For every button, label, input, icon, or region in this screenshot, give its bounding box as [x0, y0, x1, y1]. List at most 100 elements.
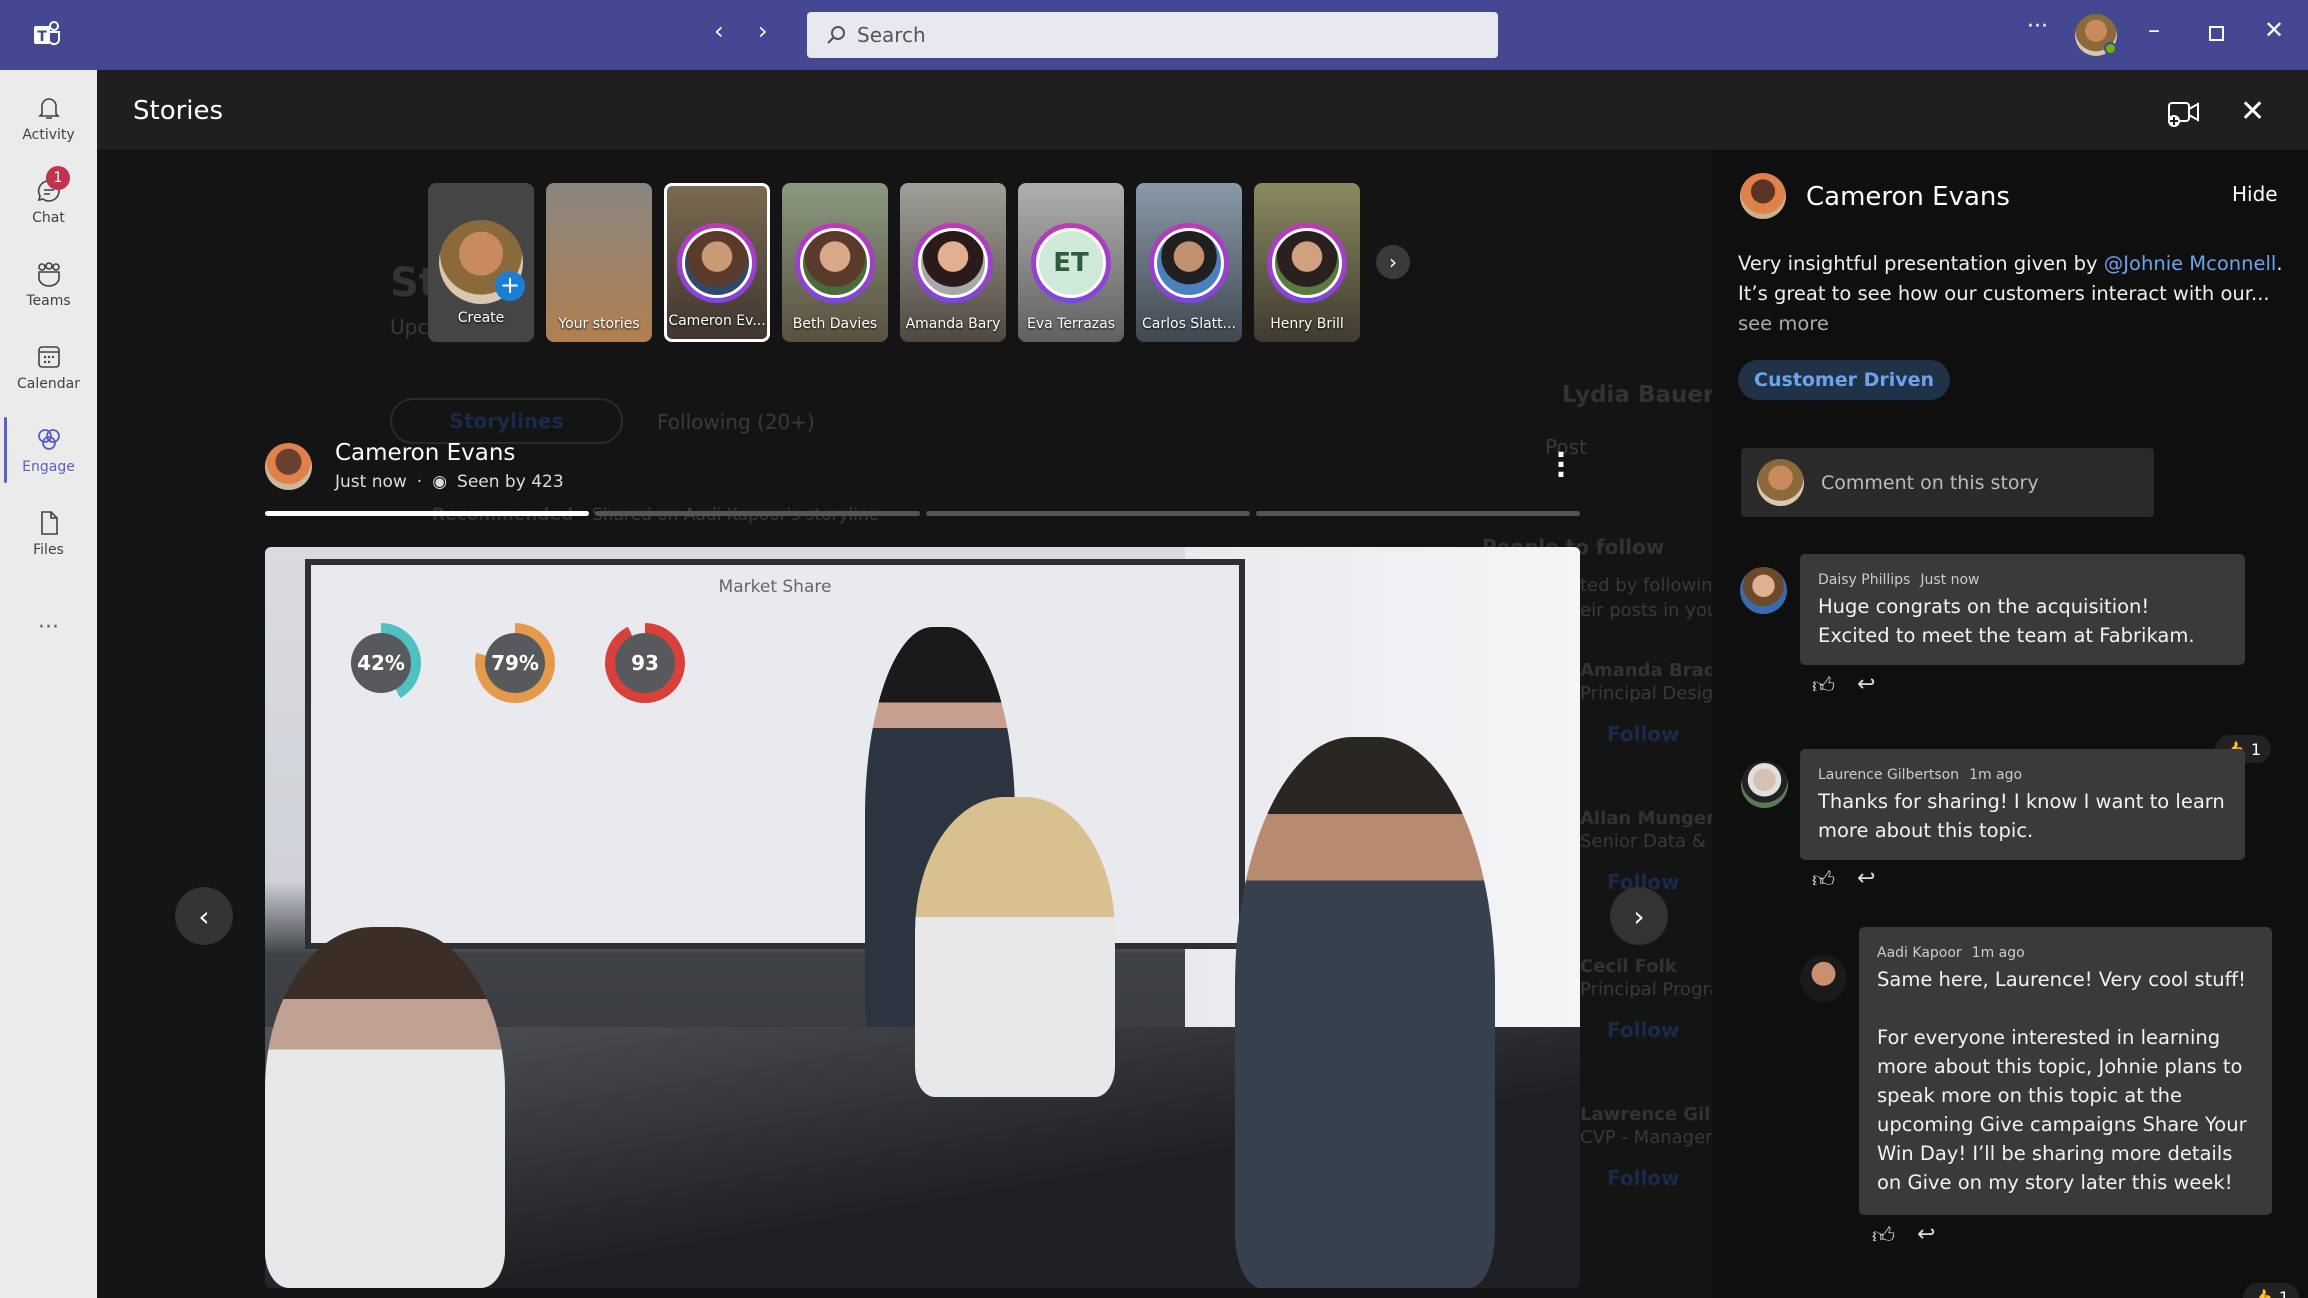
progress-segment — [1255, 511, 1580, 516]
engage-icon — [37, 429, 60, 450]
story-card-label: Amanda Bary — [905, 316, 1001, 332]
close-stories-icon[interactable]: ✕ — [2240, 94, 2265, 129]
reply-comment: Aadi Kapoor 1m ago Same here, Laurence! V… — [1859, 927, 2272, 1215]
app-rail: Activity 1 Chat Teams Calendar Engage Fi… — [0, 70, 97, 1298]
bg-follow-desc: ted by following — [1580, 575, 1712, 596]
bg-person-name: Cecil Folk — [1580, 956, 1677, 977]
search-input[interactable]: Search — [807, 12, 1498, 58]
initials-avatar: ET — [1036, 228, 1106, 298]
donut-79: 79% — [475, 623, 555, 703]
comment-actions: 👍︎ ↩ — [1812, 672, 1875, 699]
reaction-count: 1 — [2278, 1287, 2290, 1298]
comment-actions: 👍︎ ↩ — [1812, 866, 1875, 893]
desc-text: Very insightful presentation given by — [1738, 252, 2104, 275]
reply-icon[interactable]: ↩ — [1917, 1222, 1935, 1249]
story-card-label: Carlos Slatt... — [1142, 316, 1236, 332]
more-options-icon[interactable]: ··· — [2027, 14, 2048, 39]
story-card-create[interactable]: + Create — [428, 183, 534, 342]
comment-input[interactable]: Comment on this story — [1741, 448, 2154, 517]
commenter-avatar — [1800, 955, 1847, 1002]
story-card-amanda[interactable]: Amanda Bary — [900, 183, 1006, 342]
story-card-label: Cameron Ev... — [668, 313, 766, 329]
like-icon[interactable]: 👍︎ — [1812, 866, 1835, 893]
topic-tag[interactable]: Customer Driven — [1738, 360, 1951, 400]
comment-meta: Aadi Kapoor 1m ago — [1877, 945, 2025, 961]
comment-actions: 👍︎ ↩ — [1872, 1222, 1935, 1249]
chat-unread-badge: 1 — [46, 166, 70, 190]
bell-icon — [37, 98, 60, 119]
attendee — [265, 927, 505, 1288]
thumbs-up-icon: 👍 — [2253, 1287, 2273, 1298]
rail-item-calendar[interactable]: Calendar — [0, 328, 97, 406]
teams-icon — [37, 262, 60, 287]
author-name[interactable]: Cameron Evans — [335, 440, 515, 466]
add-video-story-icon[interactable] — [2166, 98, 2202, 130]
rail-label: Activity — [22, 127, 75, 143]
bg-follow-desc: eir posts in your f — [1580, 600, 1712, 621]
bg-person-name: Allan Munger — [1580, 808, 1712, 829]
like-icon[interactable]: 👍︎ — [1812, 672, 1835, 699]
panel-author-name[interactable]: Cameron Evans — [1806, 182, 2010, 212]
progress-segment — [595, 511, 920, 516]
rail-label: Engage — [22, 459, 75, 475]
story-card-your-stories[interactable]: Your stories — [546, 183, 652, 342]
seen-count[interactable]: Seen by 423 — [457, 472, 564, 492]
commenter-avatar — [1741, 761, 1788, 808]
comment-text: Huge congrats on the acquisition! Excite… — [1818, 595, 2195, 647]
rail-item-teams[interactable]: Teams — [0, 245, 97, 323]
story-card-label: Beth Davies — [792, 316, 878, 332]
story-card-label: Eva Terrazas — [1026, 316, 1115, 332]
bg-person-title: Senior Data & Ap — [1580, 831, 1712, 852]
story-card-carlos[interactable]: Carlos Slatt... — [1136, 183, 1242, 342]
plus-icon: + — [495, 271, 525, 301]
rail-label: Files — [33, 542, 64, 558]
see-more-link[interactable]: see more — [1738, 312, 1829, 335]
donut-93: 93 — [605, 623, 685, 703]
story-card-henry[interactable]: Henry Brill — [1254, 183, 1360, 342]
calendar-icon — [37, 346, 60, 368]
previous-story-button[interactable]: ‹ — [175, 887, 233, 945]
story-card-eva[interactable]: ET Eva Terrazas — [1018, 183, 1124, 342]
chevron-right-icon[interactable]: › — [1376, 245, 1410, 279]
back-icon[interactable]: ‹ — [714, 17, 724, 45]
forward-icon[interactable]: › — [758, 17, 768, 45]
like-icon[interactable]: 👍︎ — [1872, 1222, 1895, 1249]
bg-tab-following: Following (20+) — [657, 410, 815, 434]
bg-person-title: Principal Program — [1580, 979, 1712, 1000]
progress-segment — [265, 511, 590, 516]
commenter-avatar — [1740, 567, 1787, 614]
rail-item-activity[interactable]: Activity — [0, 79, 97, 157]
story-card-label: Henry Brill — [1270, 316, 1344, 332]
story-details-panel: Cameron Evans Hide Very insightful prese… — [1712, 150, 2308, 1298]
hide-button[interactable]: Hide — [2232, 182, 2278, 206]
reply-icon[interactable]: ↩ — [1857, 672, 1875, 699]
file-icon — [40, 511, 58, 535]
teams-logo-icon: T — [34, 21, 60, 46]
mention-link[interactable]: @Johnie Mconnell — [2104, 252, 2277, 275]
story-card-cameron[interactable]: Cameron Ev... — [664, 183, 770, 342]
story-time: Just now — [335, 472, 407, 492]
close-window-icon[interactable]: ✕ — [2264, 16, 2284, 44]
rail-label: Teams — [26, 293, 71, 309]
maximize-icon[interactable] — [2209, 26, 2224, 41]
eye-icon: ◉ — [432, 472, 448, 492]
reply-icon[interactable]: ↩ — [1857, 866, 1875, 893]
story-card-beth[interactable]: Beth Davies — [782, 183, 888, 342]
comment-text: For everyone interested in learning more… — [1877, 1026, 2247, 1194]
progress-segment — [925, 511, 1250, 516]
more-vertical-icon[interactable]: · · · — [1550, 441, 1572, 489]
reaction-badge[interactable]: 👍1 — [2243, 1283, 2300, 1298]
page-title: Stories — [133, 96, 224, 126]
rail-more-apps[interactable]: ··· — [0, 588, 97, 666]
minimize-icon[interactable]: – — [2148, 16, 2160, 44]
next-story-button[interactable]: › — [1610, 887, 1668, 945]
rail-item-files[interactable]: Files — [0, 494, 97, 572]
bg-person-title: Principal Design R — [1580, 683, 1712, 704]
search-icon — [827, 26, 845, 44]
progress-fill — [265, 511, 590, 516]
attendee — [915, 797, 1115, 1097]
story-description: Very insightful presentation given by @J… — [1738, 249, 2288, 339]
title-bar: T ‹ › Search ··· – ✕ — [0, 0, 2308, 70]
story-image: Market Share 42% 79% 93 — [265, 547, 1580, 1288]
rail-item-engage[interactable]: Engage — [0, 411, 97, 489]
